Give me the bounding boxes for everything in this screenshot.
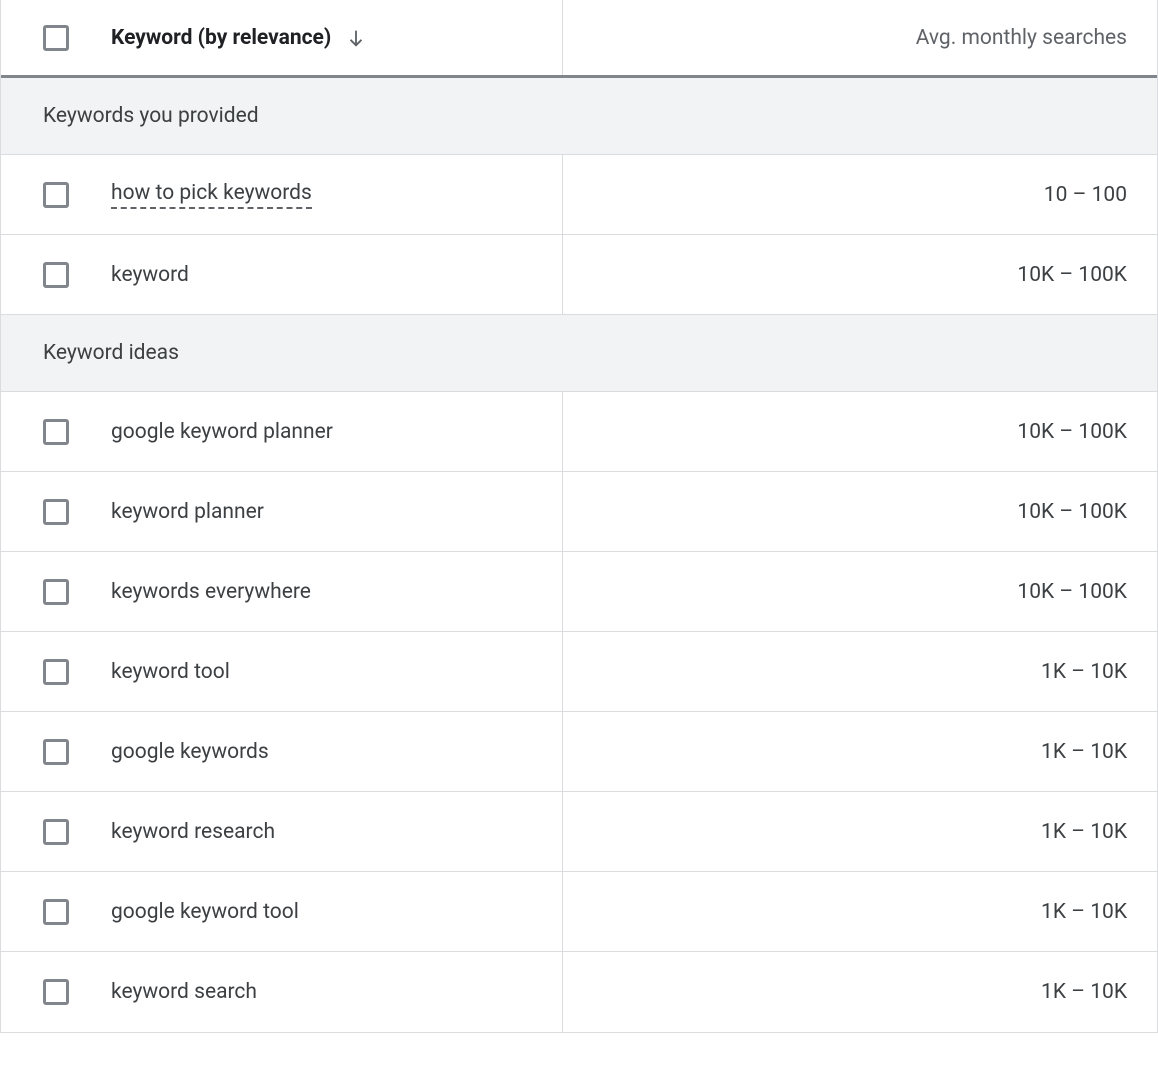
keyword-text[interactable]: keyword research [111,820,275,844]
searches-value: 1K – 10K [1041,740,1127,764]
table-row: keyword research 1K – 10K [1,792,1157,872]
table-row: keyword 10K – 100K [1,235,1157,315]
cell-searches: 10K – 100K [563,472,1157,551]
searches-value: 1K – 10K [1041,660,1127,684]
row-checkbox[interactable] [43,579,69,605]
row-checkbox[interactable] [43,979,69,1005]
cell-searches: 1K – 10K [563,872,1157,951]
searches-value: 10K – 100K [1017,420,1127,444]
table-row: keywords everywhere 10K – 100K [1,552,1157,632]
select-all-checkbox[interactable] [43,25,69,51]
table-row: google keywords 1K – 10K [1,712,1157,792]
searches-value: 10K – 100K [1017,500,1127,524]
cell-keyword: google keyword planner [1,392,563,471]
keyword-text[interactable]: google keyword planner [111,420,333,444]
searches-value: 10 – 100 [1044,183,1127,207]
keyword-text[interactable]: keyword [111,263,189,287]
row-checkbox[interactable] [43,182,69,208]
cell-keyword: keyword tool [1,632,563,711]
cell-searches: 10K – 100K [563,392,1157,471]
row-checkbox[interactable] [43,499,69,525]
table-row: how to pick keywords 10 – 100 [1,155,1157,235]
row-checkbox[interactable] [43,262,69,288]
searches-value: 1K – 10K [1041,900,1127,924]
table-row: keyword planner 10K – 100K [1,472,1157,552]
table-row: google keyword planner 10K – 100K [1,392,1157,472]
keyword-text[interactable]: how to pick keywords [111,181,312,209]
section-header: Keywords you provided [1,78,1157,155]
cell-searches: 1K – 10K [563,952,1157,1032]
row-checkbox[interactable] [43,899,69,925]
table-row: google keyword tool 1K – 10K [1,872,1157,952]
column-header-keyword-label: Keyword (by relevance) [111,26,331,50]
column-header-searches-label: Avg. monthly searches [916,26,1127,50]
keyword-text[interactable]: keyword tool [111,660,230,684]
cell-keyword: keywords everywhere [1,552,563,631]
searches-value: 10K – 100K [1017,263,1127,287]
cell-searches: 10K – 100K [563,235,1157,314]
searches-value: 1K – 10K [1041,820,1127,844]
keyword-text[interactable]: keyword planner [111,500,264,524]
cell-searches: 1K – 10K [563,712,1157,791]
row-checkbox[interactable] [43,819,69,845]
column-header-keyword[interactable]: Keyword (by relevance) [1,0,563,75]
cell-searches: 1K – 10K [563,792,1157,871]
cell-keyword: keyword [1,235,563,314]
cell-keyword: how to pick keywords [1,155,563,234]
keyword-text[interactable]: google keywords [111,740,269,764]
cell-searches: 10 – 100 [563,155,1157,234]
row-checkbox[interactable] [43,659,69,685]
row-checkbox[interactable] [43,419,69,445]
cell-keyword: keyword search [1,952,563,1032]
row-checkbox[interactable] [43,739,69,765]
keyword-table: Keyword (by relevance) Avg. monthly sear… [0,0,1158,1033]
table-row: keyword tool 1K – 10K [1,632,1157,712]
cell-keyword: keyword planner [1,472,563,551]
searches-value: 1K – 10K [1041,980,1127,1004]
cell-searches: 1K – 10K [563,632,1157,711]
section-header: Keyword ideas [1,315,1157,392]
table-header-row: Keyword (by relevance) Avg. monthly sear… [1,0,1157,78]
keyword-text[interactable]: keyword search [111,980,257,1004]
table-row: keyword search 1K – 10K [1,952,1157,1032]
column-header-searches[interactable]: Avg. monthly searches [563,0,1157,75]
sort-arrow-down-icon[interactable] [345,27,367,49]
cell-searches: 10K – 100K [563,552,1157,631]
keyword-text[interactable]: keywords everywhere [111,580,311,604]
cell-keyword: google keywords [1,712,563,791]
cell-keyword: google keyword tool [1,872,563,951]
keyword-text[interactable]: google keyword tool [111,900,299,924]
cell-keyword: keyword research [1,792,563,871]
searches-value: 10K – 100K [1017,580,1127,604]
